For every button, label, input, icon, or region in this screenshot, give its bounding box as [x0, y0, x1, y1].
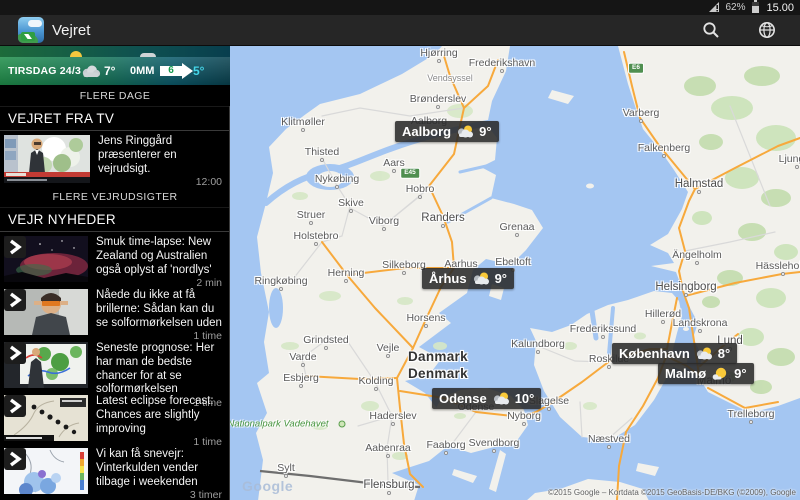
- news-item[interactable]: Nåede du ikke at få brillerne: Sådan kan…: [0, 285, 230, 342]
- page-title: Vejret: [52, 21, 91, 39]
- news-item-text: Nåede du ikke at få brillerne: Sådan kan…: [96, 289, 222, 329]
- partly-cloudy-icon: [458, 125, 474, 138]
- tv2-vejret-app-icon: [18, 17, 44, 43]
- globe-button[interactable]: [756, 19, 778, 41]
- news-item[interactable]: Seneste prognose: Her har man de bedste …: [0, 338, 230, 409]
- news-item-time: 1 time: [193, 330, 222, 343]
- weather-map[interactable]: Hjørring Frederikshavn Vendsyssel Brøndersl…: [230, 46, 800, 500]
- search-button[interactable]: [700, 19, 722, 41]
- news-item[interactable]: Latest eclipse forecast: Chances are sli…: [0, 391, 230, 448]
- news-item-text: Seneste prognose: Her har man de bedste …: [96, 342, 215, 396]
- weather-label-odense[interactable]: Odense 10°: [432, 388, 542, 409]
- partly-cloudy-icon: [493, 392, 509, 405]
- tv-item-text: Jens Ringgård præsenterer en vejrudsigt.: [98, 135, 177, 175]
- globe-icon: [759, 22, 775, 38]
- eclipse-glasses-man-thumbnail: [4, 289, 88, 335]
- forecast-strip[interactable]: TIRSDAG 24/3 7° 0MM 6 5°: [0, 57, 230, 85]
- weather-temp: 9°: [479, 124, 492, 139]
- wind-arrow-icon: 6: [160, 57, 194, 85]
- forecast-day-temp: 7°: [104, 64, 116, 78]
- weather-temp: 9°: [734, 366, 747, 381]
- tablet-screen: 62% 15.00 Vejret TIRSDAG 24/3 7° 0MM 6 5…: [0, 0, 800, 500]
- forecast-day: TIRSDAG 24/3: [8, 65, 82, 77]
- partly-cloudy-icon: [473, 272, 489, 285]
- weather-city: Aalborg: [402, 124, 452, 139]
- news-item[interactable]: Smuk time-lapse: New Zealand og Australi…: [0, 232, 230, 289]
- section-header-tv: VEJRET FRA TV: [0, 107, 230, 131]
- weather-label-malmoe[interactable]: Malmø 9°: [658, 363, 754, 384]
- news-item-text: Smuk time-lapse: New Zealand og Australi…: [96, 236, 212, 276]
- news-item-time: 1 time: [193, 436, 222, 449]
- forecast-row-partial[interactable]: [0, 46, 230, 57]
- news-item-time: 3 timer: [189, 489, 222, 500]
- aurora-timelapse-thumbnail: [4, 236, 88, 282]
- news-item[interactable]: Vi kan få snevejr: Vinterkulden vender t…: [0, 444, 230, 500]
- battery-icon: [752, 0, 760, 13]
- news-item-time: 2 min: [196, 277, 222, 290]
- tv-forecast-item[interactable]: Jens Ringgård præsenterer en vejrudsigt.…: [0, 131, 230, 189]
- weather-label-aarhus[interactable]: Århus 9°: [422, 268, 514, 289]
- forecast-presenter-map-thumbnail: [4, 342, 88, 388]
- weather-label-koebenhavn[interactable]: København 8°: [612, 343, 738, 364]
- battery-percent: 62%: [725, 2, 746, 13]
- weather-city: Århus: [429, 271, 467, 286]
- app-bar: Vejret: [0, 15, 800, 46]
- news-item-text: Latest eclipse forecast: Chances are sli…: [96, 395, 214, 435]
- more-days-button[interactable]: FLERE DAGE: [0, 85, 230, 107]
- status-time: 15.00: [766, 1, 794, 14]
- forecast-night-temp: 5°: [193, 64, 205, 78]
- search-icon: [703, 22, 719, 38]
- eclipse-path-map-thumbnail: [4, 395, 88, 441]
- partly-cloudy-icon: [696, 347, 712, 360]
- status-bar: 62% 15.00: [0, 0, 800, 15]
- sidebar: TIRSDAG 24/3 7° 0MM 6 5° FLERE DAGE VEJR…: [0, 46, 230, 500]
- denmark-map-canvas: [230, 46, 800, 500]
- weather-temp: 9°: [494, 271, 507, 286]
- news-item-text: Vi kan få snevejr: Vinterkulden vender t…: [96, 448, 199, 488]
- more-forecasts-button[interactable]: FLERE VEJRUDSIGTER: [0, 187, 230, 208]
- sunny-icon: [712, 367, 727, 380]
- weather-city: Malmø: [665, 366, 707, 381]
- wind-speed: 6: [168, 65, 174, 76]
- weather-label-aalborg[interactable]: Aalborg 9°: [395, 121, 499, 142]
- snow-forecast-map-thumbnail: [4, 448, 88, 494]
- forecast-precipitation: 0MM: [130, 65, 155, 77]
- weather-city: København: [619, 346, 690, 361]
- weather-city: Odense: [439, 391, 487, 406]
- cloud-icon: [80, 57, 102, 85]
- section-header-news: VEJR NYHEDER: [0, 208, 230, 232]
- weather-temp: 10°: [514, 391, 535, 406]
- weather-temp: 8°: [717, 346, 731, 361]
- tv-item-time: 12:00: [195, 176, 222, 189]
- wifi-icon: [709, 2, 720, 12]
- tv-forecast-thumbnail: [4, 135, 90, 183]
